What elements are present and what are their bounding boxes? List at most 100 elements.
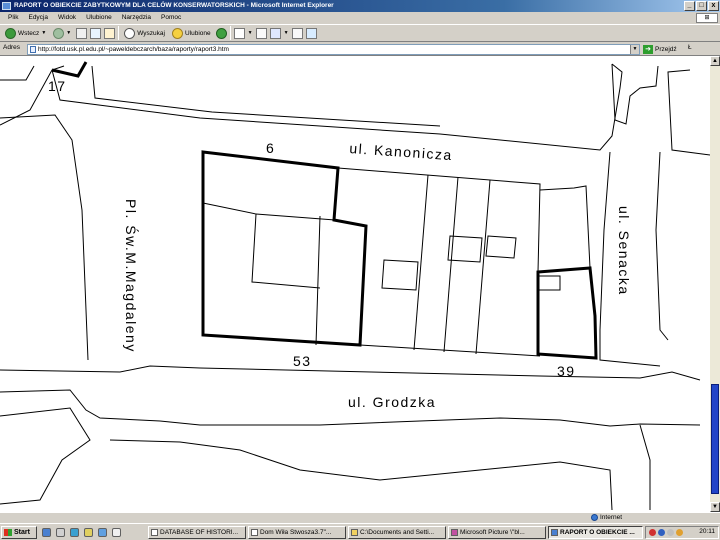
edit-dropdown-icon[interactable]: ▼ bbox=[284, 30, 289, 36]
page-icon bbox=[30, 46, 36, 53]
back-button[interactable]: Wstecz ▼ bbox=[3, 26, 48, 40]
menu-tools[interactable]: Narzędzia bbox=[117, 12, 156, 24]
address-bar: Adres http://fotd.usk.pl.edu.pl/~pawelde… bbox=[0, 42, 720, 56]
task-button-dom-wita[interactable]: Dom Wiła Stwosza3.7"... bbox=[248, 526, 346, 539]
address-dropdown-icon[interactable]: ▼ bbox=[630, 45, 639, 54]
status-zone-label: Internet bbox=[600, 514, 623, 521]
forward-button[interactable]: ▼ bbox=[51, 26, 73, 40]
links-label[interactable]: Ł bbox=[688, 44, 692, 51]
windows-flag-icon bbox=[4, 529, 12, 536]
scroll-down-icon[interactable]: ▼ bbox=[710, 502, 720, 512]
windows-logo-icon: ⊞ bbox=[696, 13, 718, 23]
toolbar-separator bbox=[118, 26, 120, 40]
menu-bar: Plik Edycja Widok Ulubione Narzędzia Pom… bbox=[0, 12, 720, 24]
ie-page-icon bbox=[551, 529, 558, 536]
quicklaunch-explorer-icon[interactable] bbox=[70, 528, 79, 537]
history-icon[interactable] bbox=[215, 27, 227, 39]
task-button-picture[interactable]: Microsoft Picture \"bl... bbox=[448, 526, 546, 539]
task-button-raport[interactable]: RAPORT O OBIEKCIE ... bbox=[548, 526, 643, 539]
messenger-icon[interactable] bbox=[305, 27, 317, 39]
street-edge bbox=[91, 65, 441, 127]
menu-file[interactable]: Plik bbox=[3, 12, 23, 24]
go-label: Przejdź bbox=[655, 46, 677, 53]
parcel-outline bbox=[381, 259, 419, 291]
quicklaunch-printer-icon[interactable] bbox=[56, 528, 65, 537]
page-content: 17 6 53 39 ul. Kanonicza ul. Grodzka Pl.… bbox=[0, 56, 710, 512]
task-label: Dom Wiła Stwosza3.7"... bbox=[260, 529, 332, 536]
plot-17-outline bbox=[51, 61, 88, 78]
edit-word-icon[interactable] bbox=[269, 27, 281, 39]
street-edge bbox=[0, 114, 89, 361]
system-tray: 20:11 bbox=[645, 526, 719, 539]
parcel-outline bbox=[202, 202, 321, 289]
parcel-outline bbox=[255, 213, 336, 221]
plot-number-53: 53 bbox=[293, 353, 312, 369]
task-button-documents[interactable]: C:\Documents and Setti... bbox=[348, 526, 446, 539]
tray-volume-icon[interactable] bbox=[667, 529, 674, 536]
street-outlines bbox=[0, 63, 710, 511]
quicklaunch-desktop-icon[interactable] bbox=[98, 528, 107, 537]
street-edge bbox=[0, 389, 161, 422]
menu-view[interactable]: Widok bbox=[53, 12, 81, 24]
street-edge bbox=[109, 439, 613, 511]
task-button-database[interactable]: DATABASE OF HISTORI... bbox=[148, 526, 246, 539]
parcel-outline bbox=[443, 176, 459, 353]
tray-antivirus-icon[interactable] bbox=[649, 529, 656, 536]
street-edge bbox=[599, 151, 611, 331]
forward-arrow-icon bbox=[53, 27, 65, 39]
street-edge bbox=[0, 365, 701, 381]
word-doc-icon bbox=[151, 529, 158, 536]
quicklaunch-app-icon[interactable] bbox=[112, 528, 121, 537]
stop-icon[interactable] bbox=[76, 27, 88, 39]
address-input[interactable]: http://fotd.usk.pl.edu.pl/~paweldebczarc… bbox=[27, 44, 640, 55]
parcel-outline bbox=[539, 185, 591, 269]
quicklaunch-folder-icon[interactable] bbox=[84, 528, 93, 537]
task-label: C:\Documents and Setti... bbox=[360, 529, 435, 536]
menu-help[interactable]: Pomoc bbox=[156, 12, 186, 24]
favorites-button[interactable]: Ulubione bbox=[170, 26, 213, 40]
mail-dropdown-icon[interactable]: ▼ bbox=[248, 30, 253, 36]
plot-number-39: 39 bbox=[557, 363, 576, 379]
street-edge bbox=[599, 330, 661, 367]
address-label: Adres bbox=[3, 44, 20, 51]
refresh-icon[interactable] bbox=[90, 27, 102, 39]
scroll-up-icon[interactable]: ▲ bbox=[710, 56, 720, 66]
scroll-thumb[interactable] bbox=[711, 384, 719, 494]
folder-icon bbox=[351, 529, 358, 536]
maximize-button[interactable]: □ bbox=[696, 1, 707, 11]
discuss-icon[interactable] bbox=[291, 27, 303, 39]
building-outline bbox=[0, 65, 35, 81]
plot-39-outline bbox=[536, 266, 598, 360]
back-arrow-icon bbox=[5, 27, 16, 39]
street-edge bbox=[639, 424, 651, 510]
start-button[interactable]: Start bbox=[1, 526, 37, 539]
quicklaunch-ie-icon[interactable] bbox=[42, 528, 51, 537]
back-dropdown-icon[interactable]: ▼ bbox=[41, 30, 46, 36]
plot-number-6: 6 bbox=[266, 140, 276, 156]
vertical-scrollbar[interactable]: ▲ ▼ bbox=[710, 56, 720, 512]
menu-edit[interactable]: Edycja bbox=[23, 12, 53, 24]
print-icon[interactable] bbox=[255, 27, 267, 39]
window-title: RAPORT O OBIEKCIE ZABYTKOWYM DLA CELÓW K… bbox=[14, 2, 334, 9]
minimize-button[interactable]: _ bbox=[684, 1, 695, 11]
forward-dropdown-icon[interactable]: ▼ bbox=[66, 30, 71, 36]
parcel-outline bbox=[485, 235, 517, 259]
menu-favorites[interactable]: Ulubione bbox=[81, 12, 117, 24]
tray-app-icon[interactable] bbox=[676, 529, 683, 536]
parcel-outline bbox=[413, 174, 429, 351]
street-edge bbox=[0, 407, 91, 505]
plot-number-17: 17 bbox=[48, 78, 67, 94]
back-label: Wstecz bbox=[18, 29, 40, 37]
home-icon[interactable] bbox=[104, 27, 116, 39]
street-edge bbox=[655, 151, 669, 341]
close-button[interactable]: x bbox=[708, 1, 719, 11]
go-button[interactable]: ➜ Przejdź bbox=[643, 44, 677, 55]
parcel-lines bbox=[202, 167, 591, 357]
title-bar: RAPORT O OBIEKCIE ZABYTKOWYM DLA CELÓW K… bbox=[0, 0, 720, 12]
taskbar: Start DATABASE OF HISTORI... Dom Wiła St… bbox=[0, 523, 720, 540]
tray-network-icon[interactable] bbox=[658, 529, 665, 536]
street-label-grodzka: ul. Grodzka bbox=[348, 394, 437, 410]
search-button[interactable]: Wyszukaj bbox=[122, 26, 167, 40]
mail-icon[interactable] bbox=[233, 27, 245, 39]
toolbar: Wstecz ▼ ▼ Wyszukaj Ulubione ▼ ▼ bbox=[0, 24, 720, 42]
